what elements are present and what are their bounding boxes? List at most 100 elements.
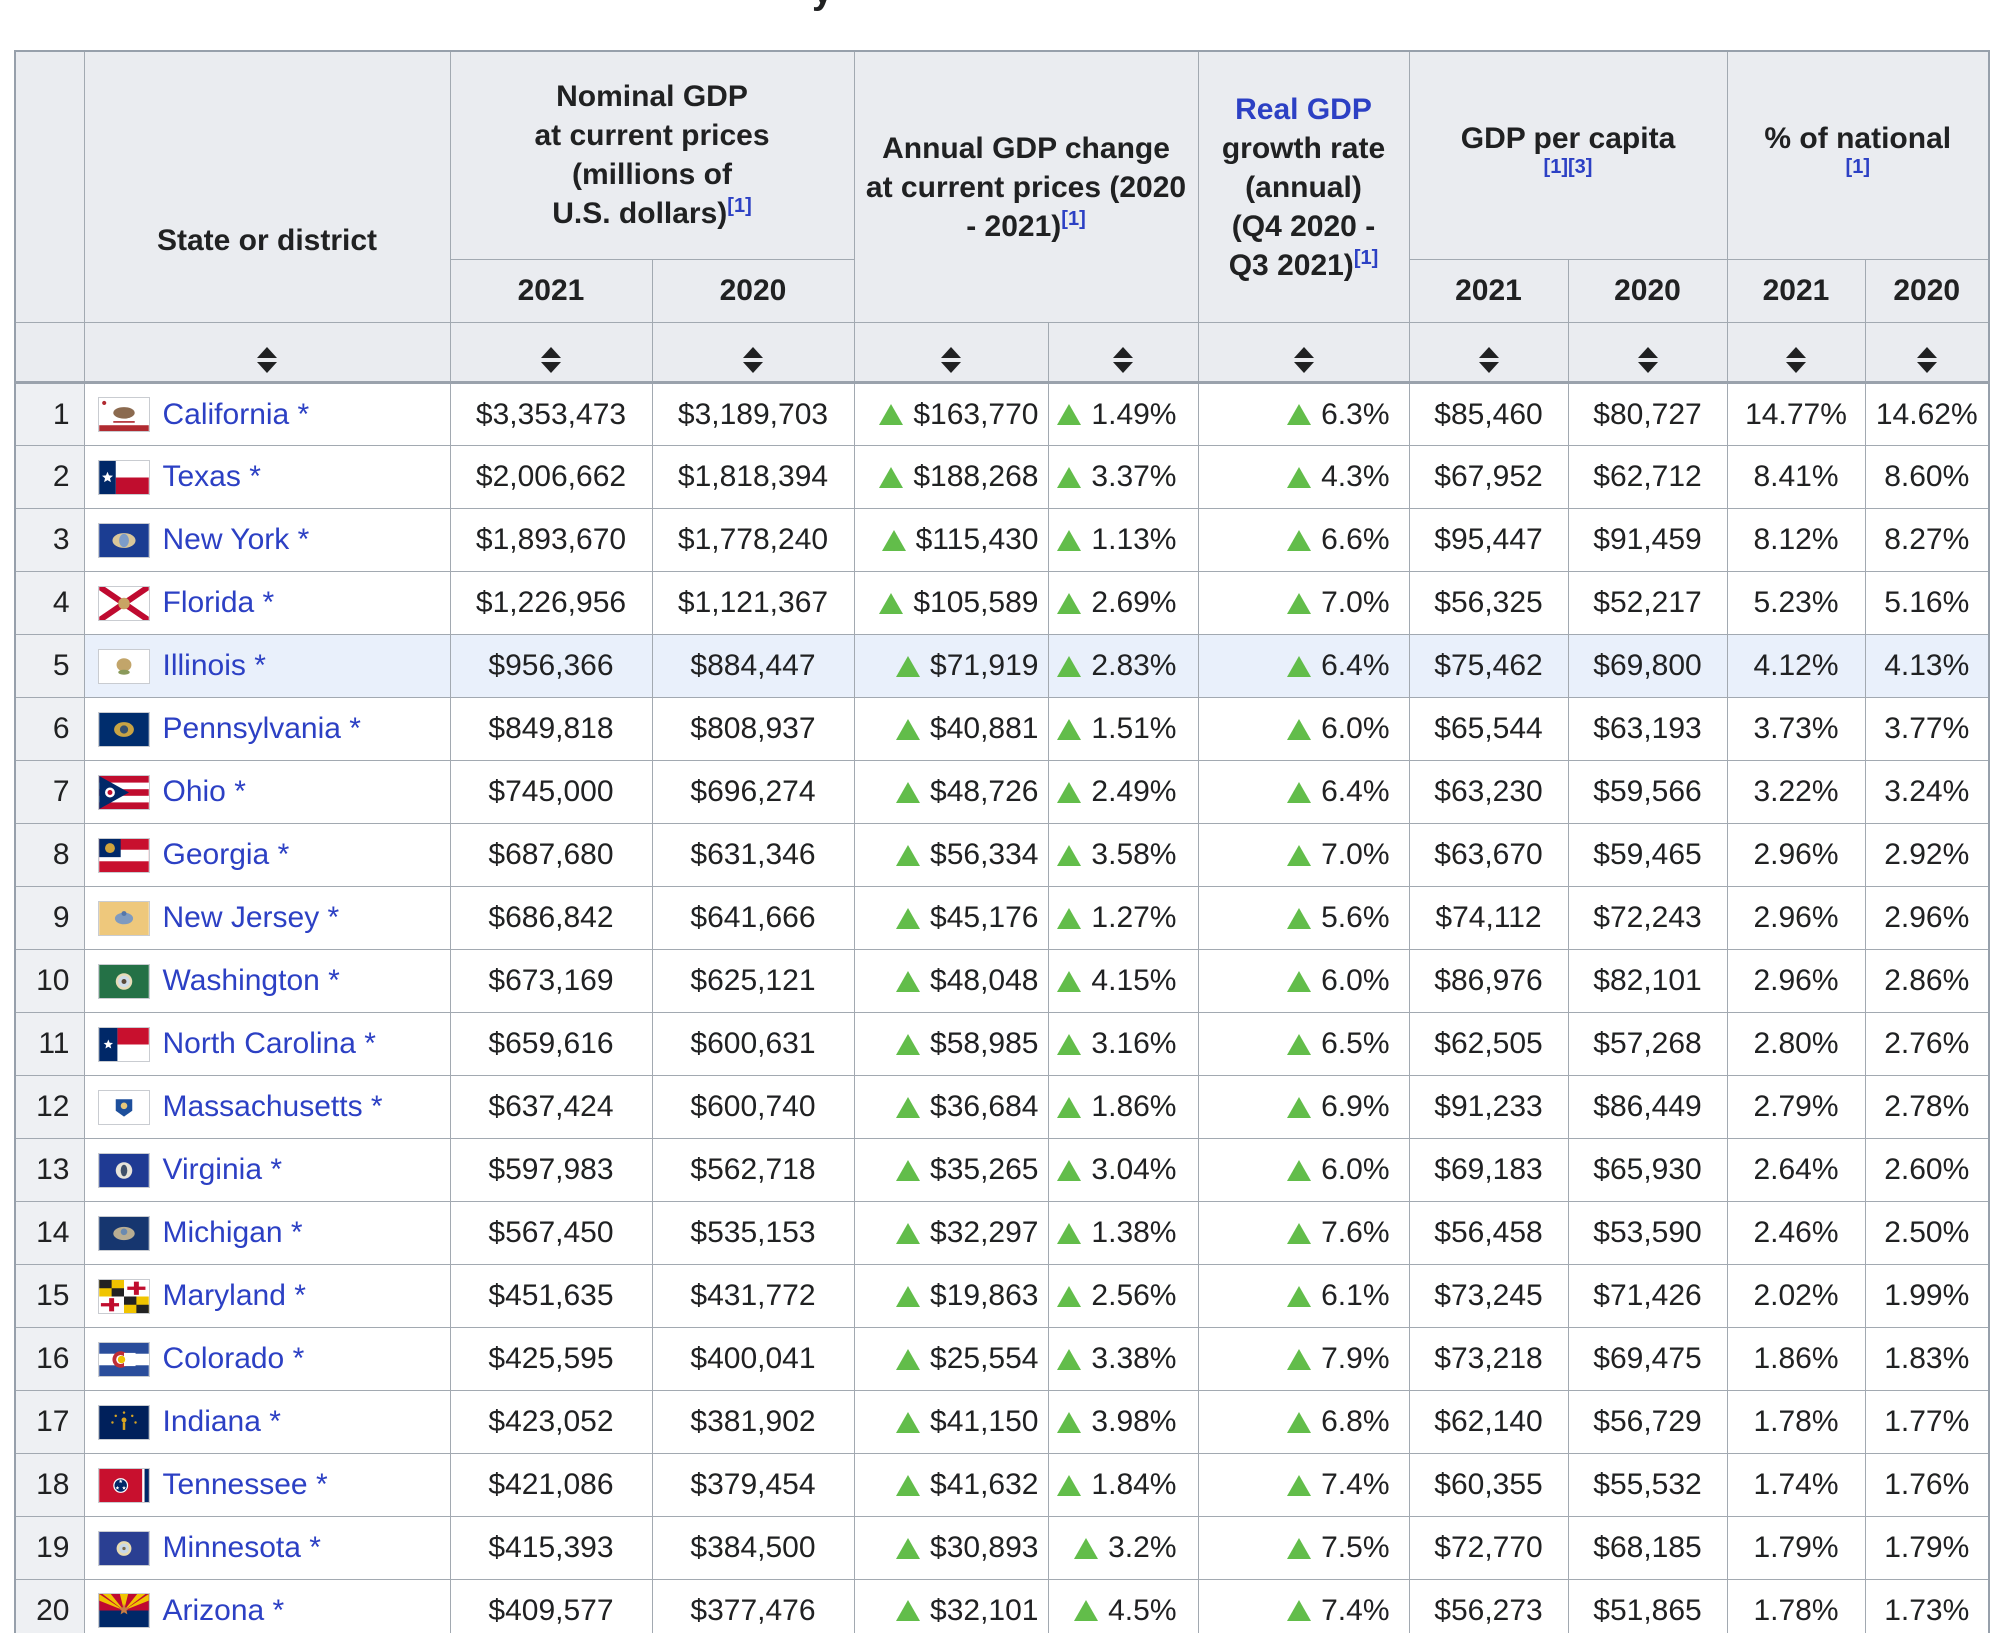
state-link[interactable]: Illinois * [163,649,266,683]
nominal-2020-cell: $535,153 [652,1202,854,1265]
nominal-2020-cell: $384,500 [652,1517,854,1580]
nominal-2021-cell: $659,616 [450,1013,652,1076]
real-growth-cell: 6.9% [1198,1076,1409,1139]
increase-icon [896,782,920,803]
state-link[interactable]: Washington * [163,964,340,998]
state-link[interactable]: North Carolina * [163,1027,376,1061]
flag-icon-california [98,397,150,432]
pct-national-2021-cell: 2.80% [1727,1013,1865,1076]
sort-both-icon[interactable] [743,347,763,373]
per-capita-2021-cell: $95,447 [1409,509,1568,572]
change-usd-cell: $25,554 [854,1328,1048,1391]
state-cell: Pennsylvania * [84,698,450,761]
state-link[interactable]: Minnesota * [163,1531,321,1565]
reference-link[interactable]: [1] [727,195,751,217]
year-header-percapita-2020: 2020 [1568,259,1727,322]
sort-button-change_pct[interactable] [1048,323,1198,383]
rank-cell: 18 [15,1454,84,1517]
sort-button-change_usd[interactable] [854,323,1048,383]
sort-both-icon[interactable] [541,347,561,373]
state-link[interactable]: Colorado * [163,1342,305,1376]
state-link[interactable]: Indiana * [163,1405,281,1439]
sort-both-icon[interactable] [1294,347,1314,373]
table-row: 6Pennsylvania *$849,818$808,937$40,8811.… [15,698,1989,761]
change-usd-cell: $32,297 [854,1202,1048,1265]
table-row: 4Florida *$1,226,956$1,121,367$105,5892.… [15,572,1989,635]
year-header-nominal-2021: 2021 [450,259,652,322]
sort-button-per_capita_2020[interactable] [1568,323,1727,383]
real-gdp-link[interactable]: Real GDP [1235,93,1372,126]
pct-national-2020-cell: 5.16% [1865,572,1989,635]
sort-both-icon[interactable] [257,347,277,373]
state-link[interactable]: Ohio * [163,775,246,809]
per-capita-2021-cell: $69,183 [1409,1139,1568,1202]
table-row: 16Colorado *$425,595$400,041$25,5543.38%… [15,1328,1989,1391]
cell-value: 7.4% [1321,1468,1389,1502]
change-pct-cell: 2.56% [1048,1265,1198,1328]
change-pct-cell: 3.16% [1048,1013,1198,1076]
pct-national-2020-cell: 1.77% [1865,1391,1989,1454]
state-link[interactable]: Texas * [163,460,261,494]
cell-value: 5.6% [1321,901,1389,935]
state-link[interactable]: Tennessee * [163,1468,328,1502]
sort-both-icon[interactable] [1113,347,1133,373]
reference-link[interactable]: [1][3] [1544,156,1593,178]
pct-national-2021-cell: 2.96% [1727,824,1865,887]
state-link[interactable]: Michigan * [163,1216,303,1250]
real-growth-cell: 6.0% [1198,698,1409,761]
state-link[interactable]: Virginia * [163,1153,283,1187]
change-usd-cell: $41,150 [854,1391,1048,1454]
year-header-pctnational-2021: 2021 [1727,259,1865,322]
state-link[interactable]: Maryland * [163,1279,306,1313]
pct-national-2021-cell: 5.23% [1727,572,1865,635]
change-pct-cell: 2.83% [1048,635,1198,698]
change-pct-cell: 1.86% [1048,1076,1198,1139]
state-link[interactable]: New Jersey * [163,901,340,935]
reference-link[interactable]: [1] [1061,208,1085,230]
state-link[interactable]: Florida * [163,586,275,620]
sort-button-pct_national_2021[interactable] [1727,323,1865,383]
state-link[interactable]: Arizona * [163,1594,285,1628]
sort-button-state[interactable] [84,323,450,383]
state-link[interactable]: New York * [163,523,310,557]
pct-national-2021-cell: 1.86% [1727,1328,1865,1391]
sort-both-icon[interactable] [1917,347,1937,373]
per-capita-2021-cell: $56,273 [1409,1580,1568,1633]
increase-icon [1287,1223,1311,1244]
change-usd-cell: $188,268 [854,446,1048,509]
increase-icon [1057,971,1081,992]
nominal-2021-cell: $849,818 [450,698,652,761]
increase-icon [1074,1538,1098,1559]
per-capita-2021-cell: $91,233 [1409,1076,1568,1139]
reference-link[interactable]: [1] [1354,247,1378,269]
sort-both-icon[interactable] [1479,347,1499,373]
real-growth-cell: 6.5% [1198,1013,1409,1076]
pct-national-2021-cell: 8.12% [1727,509,1865,572]
state-link[interactable]: Georgia * [163,838,290,872]
rank-cell: 15 [15,1265,84,1328]
change-usd-cell: $36,684 [854,1076,1048,1139]
nominal-2020-cell: $808,937 [652,698,854,761]
pct-national-2020-cell: 3.24% [1865,761,1989,824]
sort-both-icon[interactable] [1638,347,1658,373]
sort-both-icon[interactable] [1786,347,1806,373]
sort-button-nominal_2021[interactable] [450,323,652,383]
sort-button-pct_national_2020[interactable] [1865,323,1989,383]
state-link[interactable]: Massachusetts * [163,1090,383,1124]
increase-icon [896,1286,920,1307]
rank-cell: 4 [15,572,84,635]
reference-link[interactable]: [1] [1846,156,1870,178]
flag-icon-new_jersey [98,901,150,936]
state-link[interactable]: California * [163,398,310,432]
sort-button-per_capita_2021[interactable] [1409,323,1568,383]
sort-button-real_growth[interactable] [1198,323,1409,383]
change-usd-cell: $56,334 [854,824,1048,887]
sort-both-icon[interactable] [941,347,961,373]
pct-national-2021-cell: 3.73% [1727,698,1865,761]
sort-button-nominal_2020[interactable] [652,323,854,383]
state-link[interactable]: Pennsylvania * [163,712,361,746]
nominal-2021-cell: $597,983 [450,1139,652,1202]
table-row: 15Maryland *$451,635$431,772$19,8632.56%… [15,1265,1989,1328]
state-cell: California * [84,383,450,446]
cell-value: 6.9% [1321,1090,1389,1124]
